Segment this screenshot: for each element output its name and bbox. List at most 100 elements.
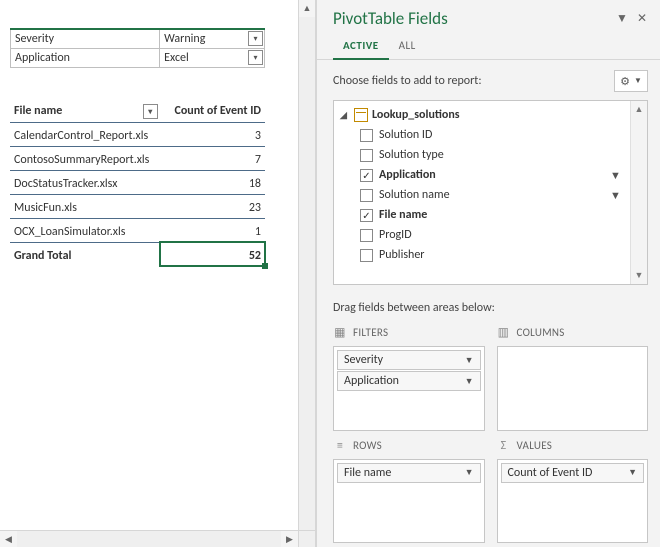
pivot-row-value[interactable]: 23 [160,194,265,218]
close-icon[interactable]: ✕ [634,11,650,27]
area-box-filters[interactable]: Severity ▼ Application ▼ [333,346,485,431]
tools-button[interactable]: ⚙ ▼ [614,70,648,92]
field-item-file-name[interactable]: File name ▼ [334,205,630,225]
values-area-icon: Σ [497,439,511,453]
area-field-label: File name [344,466,465,480]
area-field-severity[interactable]: Severity ▼ [337,350,481,370]
field-label: File name [379,208,604,222]
area-label: ROWS [353,439,382,452]
pivot-row-value[interactable]: 1 [160,218,265,242]
scroll-right-icon[interactable]: ▶ [281,531,298,547]
drag-hint-label: Drag fields between areas below: [317,295,660,321]
area-header-filters: ▦ FILTERS [333,321,485,342]
area-box-values[interactable]: Count of Event ID ▼ [497,459,649,544]
pivottable-fields-pane: PivotTable Fields ▼ ✕ ACTIVE ALL Choose … [316,0,660,547]
field-item-application[interactable]: Application ▼ [334,165,630,185]
field-item-solution-type[interactable]: Solution type ▼ [334,145,630,165]
field-label: Solution name [379,188,604,202]
worksheet-area: Severity Warning ▾ Application Excel ▾ F… [0,0,316,547]
area-box-columns[interactable] [497,346,649,431]
tab-all[interactable]: ALL [389,35,426,60]
area-field-label: Application [344,374,465,388]
pane-dropdown-icon[interactable]: ▼ [614,11,630,27]
filter-area-icon: ▦ [333,325,347,340]
area-header-values: Σ VALUES [497,435,649,455]
scroll-down-icon[interactable]: ▼ [631,267,647,284]
pivot-row-header[interactable]: File name ▾ [10,98,160,122]
area-header-columns: ▥ COLUMNS [497,321,649,342]
filter-application-value-cell[interactable]: Excel ▾ [160,49,265,68]
vertical-scrollbar[interactable]: ▲ ▼ [298,0,315,547]
checkbox-icon[interactable] [360,249,373,262]
area-field-application[interactable]: Application ▼ [337,371,481,391]
pivot-grand-total-value[interactable]: 52 [160,242,265,266]
area-label: COLUMNS [517,326,565,339]
pivot-row-value[interactable]: 7 [160,146,265,170]
filter-severity-value-cell[interactable]: Warning ▾ [160,29,265,49]
pivot-row-label[interactable]: ContosoSummaryReport.xls [10,146,160,170]
pane-tabs: ACTIVE ALL [317,29,660,60]
scroll-up-icon[interactable]: ▲ [631,101,647,118]
field-areas: ▦ FILTERS ▥ COLUMNS Severity ▼ Applicati… [317,321,660,547]
rows-area-icon: ≡ [333,439,347,453]
scroll-left-icon[interactable]: ◀ [0,531,17,547]
field-label: ProgID [379,228,604,242]
checkbox-icon[interactable] [360,229,373,242]
filter-dropdown-icon[interactable]: ▾ [248,50,263,65]
columns-area-icon: ▥ [497,325,511,340]
filter-application-label: Application [11,49,160,68]
filter-icon[interactable]: ▼ [610,169,622,181]
pivot-row-value[interactable]: 18 [160,170,265,194]
filter-application-value: Excel [164,51,189,65]
pivot-grand-total-label[interactable]: Grand Total [10,242,160,266]
field-item-solution-id[interactable]: Solution ID ▼ [334,125,630,145]
checkbox-icon[interactable] [360,209,373,222]
field-item-prog-id[interactable]: ProgID ▼ [334,225,630,245]
field-label: Publisher [379,248,604,262]
pivot-report-filters: Severity Warning ▾ Application Excel ▾ [10,28,265,68]
checkbox-icon[interactable] [360,149,373,162]
chevron-down-icon[interactable]: ▼ [465,376,474,387]
field-list: ◢ Lookup_solutions Solution ID ▼ Solutio… [333,100,648,285]
area-field-file-name[interactable]: File name ▼ [337,463,481,483]
field-label: Solution ID [379,128,604,142]
chevron-down-icon[interactable]: ▼ [465,467,474,478]
checkbox-icon[interactable] [360,129,373,142]
chevron-down-icon: ▼ [634,76,642,86]
filter-severity-label: Severity [11,29,160,49]
filter-severity-value: Warning [164,32,205,46]
checkbox-icon[interactable] [360,169,373,182]
checkbox-icon[interactable] [360,189,373,202]
area-field-label: Count of Event ID [508,466,629,480]
horizontal-scrollbar[interactable]: ◀ ▶ [0,530,298,547]
pivot-row-value[interactable]: 3 [160,122,265,146]
expand-collapse-icon[interactable]: ◢ [340,110,350,121]
chevron-down-icon[interactable]: ▼ [628,467,637,478]
pane-title: PivotTable Fields [333,8,614,29]
chevron-down-icon[interactable]: ▼ [465,355,474,366]
area-label: VALUES [517,439,553,452]
area-box-rows[interactable]: File name ▼ [333,459,485,544]
field-list-scrollbar[interactable]: ▲ ▼ [630,101,647,284]
pivot-row-label[interactable]: OCX_LoanSimulator.xls [10,218,160,242]
area-label: FILTERS [353,326,388,339]
tab-active[interactable]: ACTIVE [333,35,389,60]
scroll-up-icon[interactable]: ▲ [299,0,315,17]
field-label: Application [379,168,604,182]
filter-icon[interactable]: ▼ [610,189,622,201]
pivot-row-label[interactable]: CalendarControl_Report.xls [10,122,160,146]
gear-icon: ⚙ [620,75,630,88]
pivot-row-header-text: File name [14,104,62,118]
field-label: Solution type [379,148,604,162]
filter-dropdown-icon[interactable]: ▾ [248,31,263,46]
field-item-solution-name[interactable]: Solution name ▼ [334,185,630,205]
row-header-dropdown-icon[interactable]: ▾ [143,104,158,119]
pivot-row-label[interactable]: DocStatusTracker.xlsx [10,170,160,194]
table-name: Lookup_solutions [372,108,460,122]
area-field-count-event-id[interactable]: Count of Event ID ▼ [501,463,645,483]
area-field-label: Severity [344,353,465,367]
pivot-value-header: Count of Event ID [160,98,265,122]
field-item-publisher[interactable]: Publisher ▼ [334,245,630,265]
field-table-node[interactable]: ◢ Lookup_solutions [334,105,630,125]
pivot-row-label[interactable]: MusicFun.xls [10,194,160,218]
